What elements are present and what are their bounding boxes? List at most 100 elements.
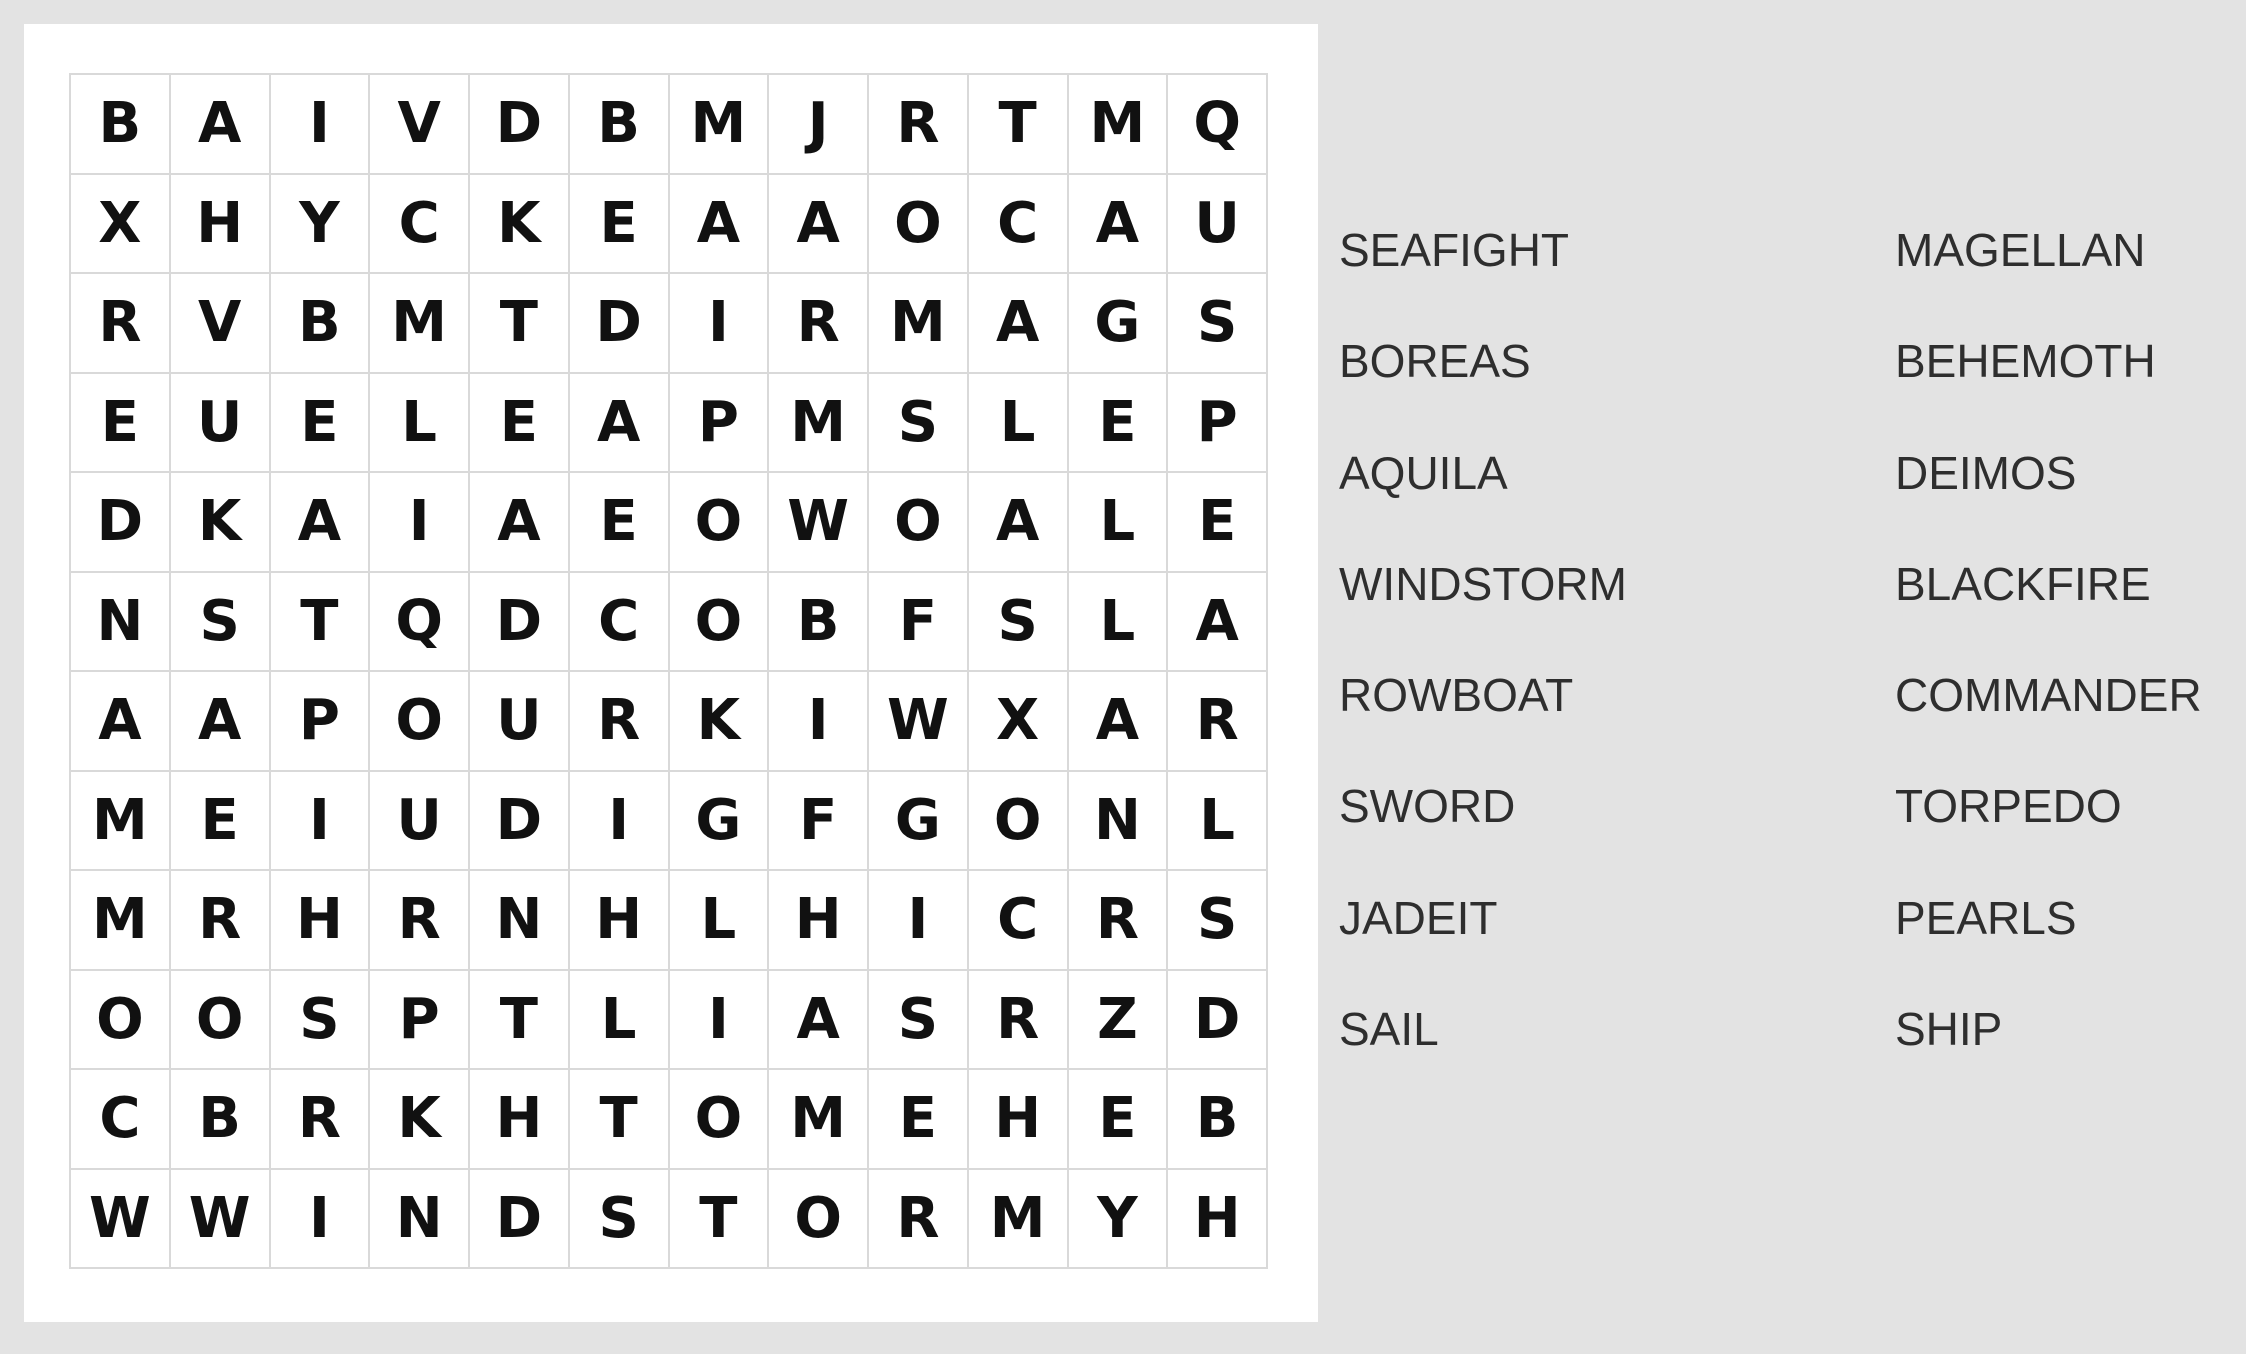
grid-cell[interactable]: E [470, 373, 570, 473]
grid-cell[interactable]: K [669, 672, 770, 772]
grid-cell[interactable]: W [869, 672, 969, 772]
grid-cell[interactable]: R [71, 274, 171, 374]
grid-cell[interactable]: O [869, 473, 969, 573]
grid-cell[interactable]: S [968, 572, 1069, 672]
grid-cell[interactable]: Z [1068, 970, 1169, 1070]
grid-cell[interactable]: I [869, 871, 969, 971]
grid-cell[interactable]: D [470, 572, 570, 672]
grid-cell[interactable]: P [370, 970, 470, 1070]
grid-cell[interactable]: H [569, 871, 670, 971]
grid-cell[interactable]: L [1068, 572, 1169, 672]
grid-cell[interactable]: A [1168, 572, 1268, 672]
grid-cell[interactable]: H [968, 1070, 1069, 1170]
grid-cell[interactable]: M [71, 771, 171, 871]
grid-cell[interactable]: S [1168, 274, 1268, 374]
grid-cell[interactable]: N [470, 871, 570, 971]
grid-cell[interactable]: R [968, 970, 1069, 1070]
grid-cell[interactable]: A [569, 373, 670, 473]
grid-cell[interactable]: I [669, 970, 770, 1070]
grid-cell[interactable]: F [869, 572, 969, 672]
grid-cell[interactable]: M [769, 373, 869, 473]
grid-cell[interactable]: T [669, 1169, 770, 1269]
grid-cell[interactable]: E [270, 373, 371, 473]
grid-cell[interactable]: Q [370, 572, 470, 672]
grid-cell[interactable]: A [968, 274, 1069, 374]
grid-cell[interactable]: R [769, 274, 869, 374]
grid-cell[interactable]: B [71, 75, 171, 175]
grid-cell[interactable]: M [370, 274, 470, 374]
grid-cell[interactable]: D [470, 1169, 570, 1269]
grid-cell[interactable]: D [71, 473, 171, 573]
grid-cell[interactable]: L [669, 871, 770, 971]
grid-cell[interactable]: R [1168, 672, 1268, 772]
grid-cell[interactable]: B [170, 1070, 271, 1170]
grid-cell[interactable]: K [470, 174, 570, 274]
grid-cell[interactable]: M [769, 1070, 869, 1170]
grid-cell[interactable]: A [170, 672, 271, 772]
grid-cell[interactable]: A [1068, 174, 1169, 274]
grid-cell[interactable]: B [769, 572, 869, 672]
grid-cell[interactable]: Q [1168, 75, 1268, 175]
grid-cell[interactable]: O [669, 572, 770, 672]
grid-cell[interactable]: R [270, 1070, 371, 1170]
grid-cell[interactable]: N [1068, 771, 1169, 871]
grid-cell[interactable]: T [470, 970, 570, 1070]
grid-cell[interactable]: U [470, 672, 570, 772]
grid-cell[interactable]: N [71, 572, 171, 672]
grid-cell[interactable]: D [569, 274, 670, 374]
grid-cell[interactable]: C [370, 174, 470, 274]
grid-cell[interactable]: I [270, 1169, 371, 1269]
grid-cell[interactable]: K [170, 473, 271, 573]
grid-cell[interactable]: O [968, 771, 1069, 871]
grid-cell[interactable]: S [170, 572, 271, 672]
grid-cell[interactable]: I [669, 274, 770, 374]
grid-cell[interactable]: W [170, 1169, 271, 1269]
grid-cell[interactable]: A [1068, 672, 1169, 772]
grid-cell[interactable]: V [370, 75, 470, 175]
grid-cell[interactable]: K [370, 1070, 470, 1170]
grid-cell[interactable]: H [470, 1070, 570, 1170]
grid-cell[interactable]: O [769, 1169, 869, 1269]
grid-cell[interactable]: R [370, 871, 470, 971]
grid-cell[interactable]: G [1068, 274, 1169, 374]
grid-cell[interactable]: S [569, 1169, 670, 1269]
grid-cell[interactable]: M [669, 75, 770, 175]
grid-cell[interactable]: W [769, 473, 869, 573]
grid-cell[interactable]: M [71, 871, 171, 971]
grid-cell[interactable]: O [669, 1070, 770, 1170]
grid-cell[interactable]: P [270, 672, 371, 772]
grid-cell[interactable]: A [71, 672, 171, 772]
grid-cell[interactable]: D [470, 771, 570, 871]
grid-cell[interactable]: C [71, 1070, 171, 1170]
grid-cell[interactable]: O [669, 473, 770, 573]
grid-cell[interactable]: E [569, 174, 670, 274]
grid-cell[interactable]: U [1168, 174, 1268, 274]
grid-cell[interactable]: R [1068, 871, 1169, 971]
grid-cell[interactable]: M [968, 1169, 1069, 1269]
grid-cell[interactable]: A [669, 174, 770, 274]
grid-cell[interactable]: E [71, 373, 171, 473]
grid-cell[interactable]: R [869, 1169, 969, 1269]
grid-cell[interactable]: M [869, 274, 969, 374]
grid-cell[interactable]: B [1168, 1070, 1268, 1170]
grid-cell[interactable]: I [270, 771, 371, 871]
grid-cell[interactable]: I [370, 473, 470, 573]
grid-cell[interactable]: L [1168, 771, 1268, 871]
grid-cell[interactable]: F [769, 771, 869, 871]
grid-cell[interactable]: E [1068, 373, 1169, 473]
grid-cell[interactable]: O [71, 970, 171, 1070]
grid-cell[interactable]: T [270, 572, 371, 672]
grid-cell[interactable]: T [470, 274, 570, 374]
grid-cell[interactable]: S [270, 970, 371, 1070]
grid-cell[interactable]: U [170, 373, 271, 473]
grid-cell[interactable]: S [1168, 871, 1268, 971]
grid-cell[interactable]: A [170, 75, 271, 175]
grid-cell[interactable]: L [968, 373, 1069, 473]
grid-cell[interactable]: Y [1068, 1169, 1169, 1269]
grid-cell[interactable]: A [769, 174, 869, 274]
grid-cell[interactable]: L [569, 970, 670, 1070]
grid-cell[interactable]: D [1168, 970, 1268, 1070]
grid-cell[interactable]: E [569, 473, 670, 573]
grid-cell[interactable]: E [869, 1070, 969, 1170]
grid-cell[interactable]: R [569, 672, 670, 772]
